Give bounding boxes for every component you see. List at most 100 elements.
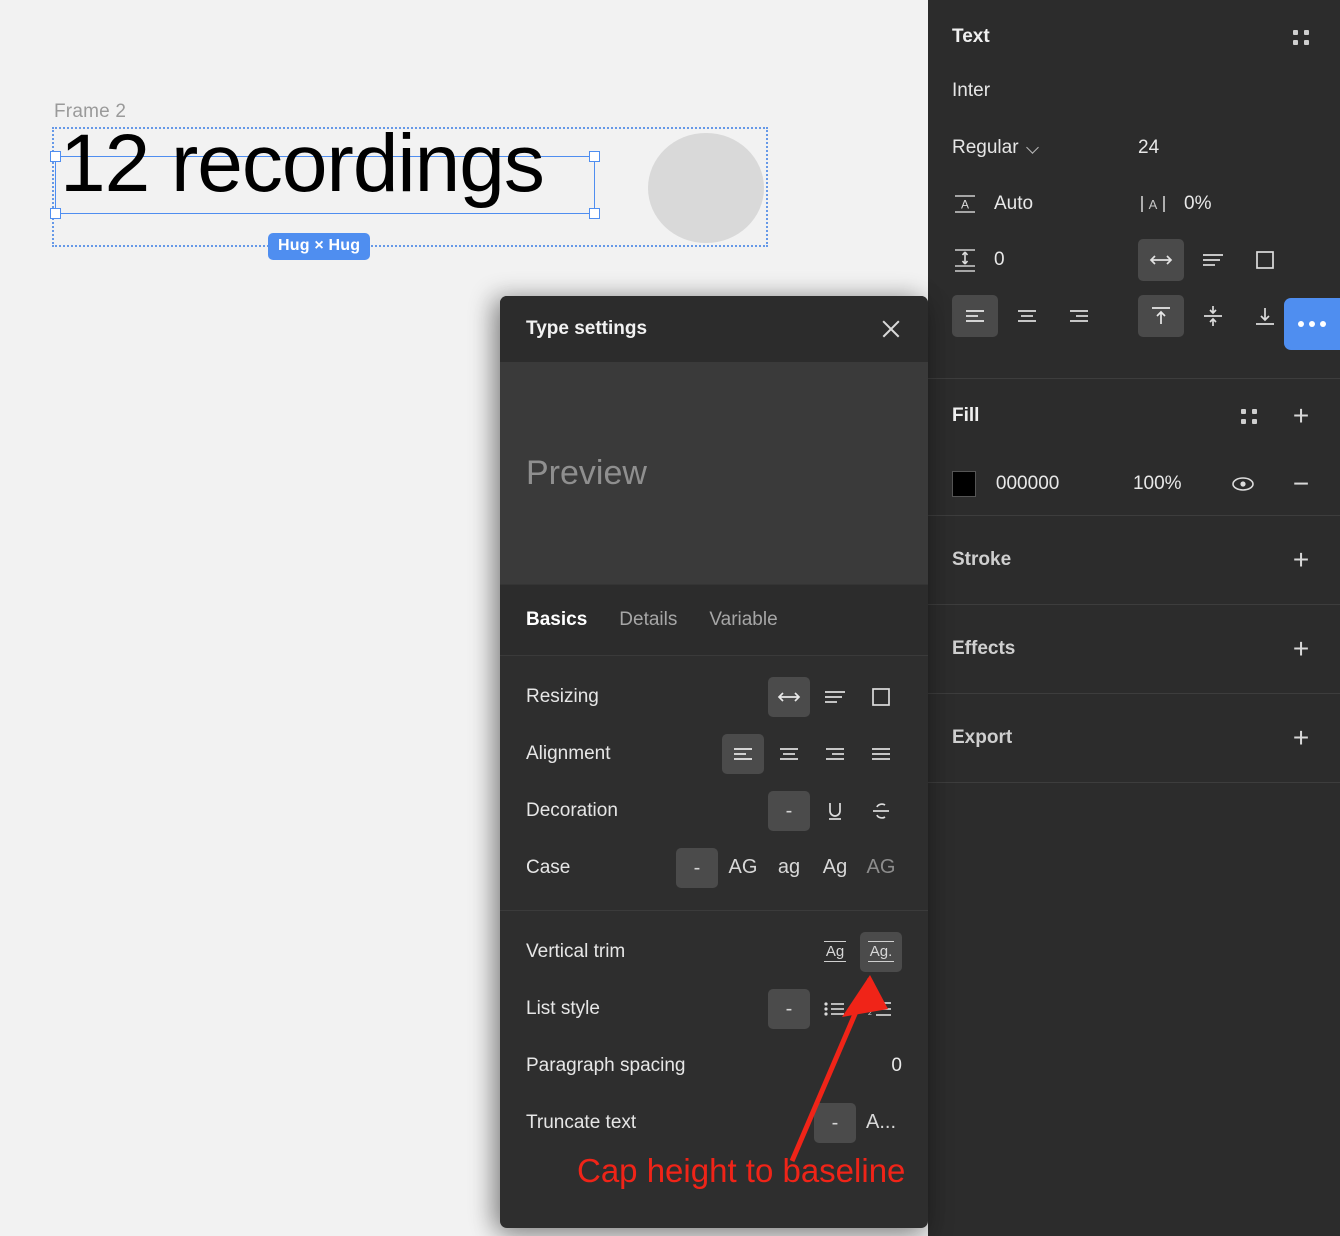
align-bottom-icon [1256, 308, 1274, 325]
case-none-button[interactable]: - [676, 847, 718, 888]
case-lowercase-button[interactable]: ag [768, 848, 810, 888]
fill-visibility-eye-icon[interactable] [1228, 469, 1258, 499]
resizing-fixed-button[interactable] [860, 677, 902, 717]
export-section-header: Export + [952, 694, 1316, 782]
annotation-arrow-icon [789, 975, 888, 1162]
case-titlecase-button[interactable]: Ag [814, 848, 856, 888]
align-middle-button[interactable] [1190, 295, 1236, 337]
paragraph-spacing-value: 0 [994, 249, 1005, 270]
align-left-icon [966, 310, 984, 322]
annotation-text: Cap height to baseline [577, 1152, 906, 1189]
export-section: Export + [928, 694, 1340, 782]
ellipsis-icon [1298, 321, 1326, 327]
tab-details[interactable]: Details [619, 609, 677, 631]
align-right-button[interactable] [1056, 295, 1102, 337]
resize-auto-width-button[interactable] [1138, 239, 1184, 281]
align-right-icon [1070, 310, 1088, 322]
tab-basics[interactable]: Basics [526, 609, 587, 631]
decoration-segmented: - [768, 790, 902, 831]
underline-icon [829, 802, 841, 820]
align-right-icon [826, 747, 844, 760]
fill-opacity-value[interactable]: 100% [1133, 473, 1228, 495]
resize-handle-bottom-right[interactable] [589, 208, 600, 219]
export-section-title: Export [952, 727, 1013, 748]
case-uppercase-button[interactable]: AG [722, 848, 764, 888]
text-align-left-button[interactable] [722, 733, 764, 774]
fill-section-title: Fill [952, 405, 980, 426]
auto-height-icon [825, 690, 845, 703]
text-node-content: 12 recordings [60, 118, 545, 209]
font-family-input[interactable]: Inter [952, 74, 1316, 120]
fill-styles-grid-icon[interactable] [1234, 401, 1264, 431]
resizing-label: Resizing [526, 685, 599, 707]
align-bottom-button[interactable] [1242, 295, 1288, 337]
type-settings-titlebar[interactable]: Type settings [500, 296, 928, 363]
case-segmented: - AG ag Ag AG [676, 847, 902, 888]
font-weight-value: Regular [952, 137, 1019, 158]
font-weight-size-row: Regular 24 [952, 120, 1316, 176]
resizing-auto-width-button[interactable] [768, 676, 810, 717]
align-top-icon [1152, 307, 1170, 324]
letter-spacing-value: 0% [1184, 193, 1212, 214]
letter-spacing-icon: A [1141, 196, 1165, 212]
add-stroke-button[interactable]: + [1286, 545, 1316, 575]
remove-fill-button[interactable]: − [1286, 469, 1316, 499]
decoration-none-button[interactable]: - [768, 790, 810, 831]
letter-spacing-field[interactable]: A 0% [1138, 191, 1316, 217]
text-align-right-button[interactable] [814, 734, 856, 774]
line-height-value: Auto [994, 193, 1034, 214]
align-top-button[interactable] [1138, 295, 1184, 337]
text-section-title: Text [952, 26, 990, 47]
ellipse-shape[interactable] [648, 133, 764, 243]
case-titlecase-label: Ag [822, 856, 848, 878]
resize-auto-height-button[interactable] [1190, 239, 1236, 281]
text-styles-grid-icon[interactable] [1286, 22, 1316, 52]
align-center-button[interactable] [1004, 295, 1050, 337]
resizing-auto-height-button[interactable] [814, 677, 856, 717]
case-smallcaps-button[interactable]: AG [860, 848, 902, 888]
fixed-size-icon [1256, 251, 1274, 269]
effects-section-title: Effects [952, 638, 1016, 659]
line-height-field[interactable]: A Auto [952, 191, 1138, 217]
auto-width-icon [1149, 255, 1173, 265]
decoration-strikethrough-button[interactable] [860, 791, 902, 831]
font-weight-select[interactable]: Regular [952, 137, 1138, 159]
add-effect-button[interactable]: + [1286, 634, 1316, 664]
stroke-section: Stroke + [928, 516, 1340, 604]
decoration-underline-button[interactable] [814, 791, 856, 831]
text-align-center-button[interactable] [768, 734, 810, 774]
paragraph-spacing-field[interactable]: 0 [952, 246, 1138, 274]
resize-handle-top-left[interactable] [50, 151, 61, 162]
fixed-size-icon [872, 687, 890, 706]
align-left-icon [734, 747, 752, 760]
resize-handle-bottom-left[interactable] [50, 208, 61, 219]
decoration-label: Decoration [526, 799, 618, 821]
svg-text:A: A [961, 198, 969, 212]
align-left-button[interactable] [952, 295, 998, 337]
text-align-justify-button[interactable] [860, 734, 902, 774]
row-alignment: Alignment [526, 725, 902, 782]
resize-handle-top-right[interactable] [589, 151, 600, 162]
type-settings-tabs: Basics Details Variable [500, 585, 928, 656]
effects-section: Effects + [928, 605, 1340, 693]
add-export-button[interactable]: + [1286, 723, 1316, 753]
line-height-icon: A [955, 195, 975, 213]
svg-text:A: A [1149, 197, 1158, 212]
selected-text-node[interactable]: 12 recordings [50, 123, 600, 219]
case-label: Case [526, 856, 571, 878]
type-preview-area[interactable]: Preview [500, 363, 928, 585]
fill-color-swatch[interactable] [952, 471, 976, 497]
tab-variable[interactable]: Variable [709, 609, 777, 631]
font-size-field[interactable]: 24 [1138, 137, 1316, 159]
add-fill-button[interactable]: + [1286, 401, 1316, 431]
list-style-label: List style [526, 997, 600, 1019]
row-resizing: Resizing [526, 668, 902, 725]
resize-fixed-button[interactable] [1242, 239, 1288, 281]
alignment-segmented [722, 733, 902, 774]
row-case: Case - AG ag Ag AG [526, 839, 902, 896]
fill-hex-value[interactable]: 000000 [996, 473, 1133, 495]
text-resizing-segmented [1138, 239, 1316, 281]
type-settings-more-button[interactable] [1284, 298, 1340, 350]
close-icon[interactable] [880, 318, 902, 340]
hug-size-badge[interactable]: Hug × Hug [268, 233, 371, 260]
